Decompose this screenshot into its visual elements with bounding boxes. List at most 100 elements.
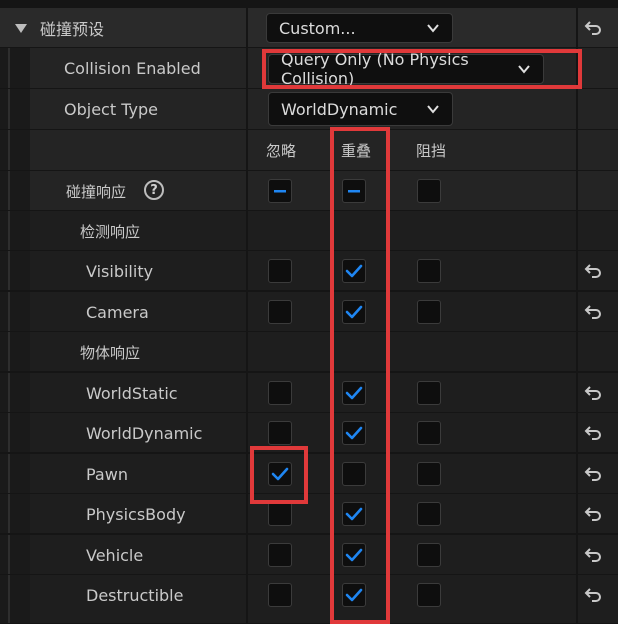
channel-overlap-checkbox[interactable] bbox=[342, 259, 366, 283]
channel-row: Pawn bbox=[0, 454, 618, 494]
channel-label: WorldDynamic bbox=[86, 423, 203, 443]
collision-response-reset-cell bbox=[578, 171, 618, 210]
channel-block-checkbox[interactable] bbox=[417, 421, 441, 445]
channel-row: Visibility bbox=[0, 251, 618, 291]
channel-ignore-checkbox[interactable] bbox=[268, 502, 292, 526]
checkmark-icon bbox=[345, 305, 363, 319]
overlap-all-checkbox[interactable] bbox=[342, 179, 366, 203]
channel-overlap-checkbox[interactable] bbox=[342, 421, 366, 445]
collision-enabled-combo-value: Query Only (No Physics Collision) bbox=[281, 50, 469, 88]
channel-overlap-checkbox[interactable] bbox=[342, 583, 366, 607]
object-type-row: Object Type WorldDynamic bbox=[0, 89, 618, 130]
collision-enabled-row: Collision Enabled Query Only (No Physics… bbox=[0, 48, 618, 89]
chevron-down-icon bbox=[427, 105, 439, 114]
channel-block-checkbox[interactable] bbox=[417, 381, 441, 405]
row-gutter bbox=[0, 413, 30, 452]
indeterminate-dash-icon bbox=[348, 190, 360, 193]
reset-arrow-icon[interactable] bbox=[583, 383, 603, 403]
ignore-all-checkbox[interactable] bbox=[268, 179, 292, 203]
checkmark-icon bbox=[271, 467, 289, 481]
channel-label: Pawn bbox=[86, 464, 128, 484]
collision-enabled-combo[interactable]: Query Only (No Physics Collision) bbox=[268, 50, 544, 88]
checkmark-icon bbox=[345, 507, 363, 521]
checkmark-icon bbox=[345, 426, 363, 440]
collision-response-value-cell bbox=[248, 171, 576, 210]
object-type-combo[interactable]: WorldDynamic bbox=[268, 92, 453, 126]
row-gutter bbox=[0, 211, 30, 250]
channel-block-checkbox[interactable] bbox=[417, 502, 441, 526]
channel-ignore-checkbox[interactable] bbox=[268, 300, 292, 324]
channel-ignore-checkbox[interactable] bbox=[268, 259, 292, 283]
collision-enabled-label: Collision Enabled bbox=[64, 59, 201, 78]
channel-overlap-checkbox[interactable] bbox=[342, 502, 366, 526]
row-gutter bbox=[0, 454, 30, 493]
response-column-header-row: 忽略 重叠 阻挡 bbox=[0, 130, 618, 171]
reset-arrow-icon[interactable] bbox=[583, 261, 603, 281]
channel-row: PhysicsBody bbox=[0, 494, 618, 534]
reset-arrow-icon[interactable] bbox=[583, 423, 603, 443]
help-icon[interactable]: ? bbox=[144, 180, 164, 200]
channel-block-checkbox[interactable] bbox=[417, 300, 441, 324]
channel-block-checkbox[interactable] bbox=[417, 543, 441, 567]
object-responses-value-cell bbox=[248, 332, 576, 371]
object-type-label: Object Type bbox=[64, 100, 158, 119]
channel-ignore-checkbox[interactable] bbox=[268, 381, 292, 405]
reset-arrow-icon[interactable] bbox=[583, 18, 603, 38]
column-header-ignore: 忽略 bbox=[266, 142, 297, 160]
channel-label: PhysicsBody bbox=[86, 504, 186, 524]
channel-ignore-checkbox[interactable] bbox=[268, 421, 292, 445]
column-header-label-cell bbox=[30, 130, 246, 170]
column-header-value-cell bbox=[248, 130, 576, 170]
column-header-block: 阻挡 bbox=[416, 142, 447, 160]
channel-value-cell bbox=[248, 292, 576, 331]
channel-block-checkbox[interactable] bbox=[417, 462, 441, 486]
row-gutter bbox=[0, 494, 30, 533]
reset-arrow-icon[interactable] bbox=[583, 545, 603, 565]
trace-responses-label: 检测响应 bbox=[80, 222, 141, 241]
column-header-reset-cell bbox=[578, 130, 618, 170]
channel-label: Visibility bbox=[86, 261, 154, 281]
object-responses-reset-cell bbox=[578, 332, 618, 371]
channel-ignore-checkbox[interactable] bbox=[268, 543, 292, 567]
channel-overlap-checkbox[interactable] bbox=[342, 462, 366, 486]
trace-responses-reset-cell bbox=[578, 211, 618, 250]
channel-ignore-checkbox[interactable] bbox=[268, 462, 292, 486]
indeterminate-dash-icon bbox=[274, 190, 286, 193]
channel-overlap-checkbox[interactable] bbox=[342, 381, 366, 405]
reset-arrow-icon[interactable] bbox=[583, 464, 603, 484]
channel-ignore-checkbox[interactable] bbox=[268, 583, 292, 607]
object-responses-label: 物体响应 bbox=[80, 343, 141, 362]
row-gutter bbox=[0, 535, 30, 574]
channel-row: Camera bbox=[0, 292, 618, 332]
collision-presets-combo[interactable]: Custom... bbox=[266, 13, 453, 43]
channel-overlap-checkbox[interactable] bbox=[342, 543, 366, 567]
channel-value-cell bbox=[248, 251, 576, 290]
channel-row: WorldDynamic bbox=[0, 413, 618, 453]
collision-response-row: 碰撞响应 ? bbox=[0, 171, 618, 211]
reset-arrow-icon[interactable] bbox=[583, 504, 603, 524]
channel-row: WorldStatic bbox=[0, 373, 618, 413]
collision-presets-label: 碰撞预设 bbox=[40, 20, 105, 39]
triangle-down-icon[interactable] bbox=[14, 23, 28, 35]
channel-label: Camera bbox=[86, 302, 149, 322]
channel-overlap-checkbox[interactable] bbox=[342, 300, 366, 324]
block-all-checkbox[interactable] bbox=[417, 179, 441, 203]
channel-row: Vehicle bbox=[0, 535, 618, 575]
checkmark-icon bbox=[345, 264, 363, 278]
reset-arrow-icon[interactable] bbox=[583, 585, 603, 605]
row-gutter bbox=[0, 89, 30, 129]
chevron-down-icon bbox=[518, 65, 530, 74]
channel-value-cell bbox=[248, 454, 576, 493]
channel-block-checkbox[interactable] bbox=[417, 259, 441, 283]
channel-label: Vehicle bbox=[86, 545, 144, 565]
channel-block-checkbox[interactable] bbox=[417, 583, 441, 607]
row-gutter bbox=[0, 171, 30, 210]
checkmark-icon bbox=[345, 548, 363, 562]
chevron-down-icon bbox=[427, 24, 439, 33]
column-header-overlap: 重叠 bbox=[341, 142, 372, 160]
checkmark-icon bbox=[345, 386, 363, 400]
channel-row: Destructible bbox=[0, 575, 618, 624]
channel-label: WorldStatic bbox=[86, 383, 178, 403]
reset-arrow-icon[interactable] bbox=[583, 302, 603, 322]
collision-enabled-reset-cell bbox=[578, 48, 618, 88]
